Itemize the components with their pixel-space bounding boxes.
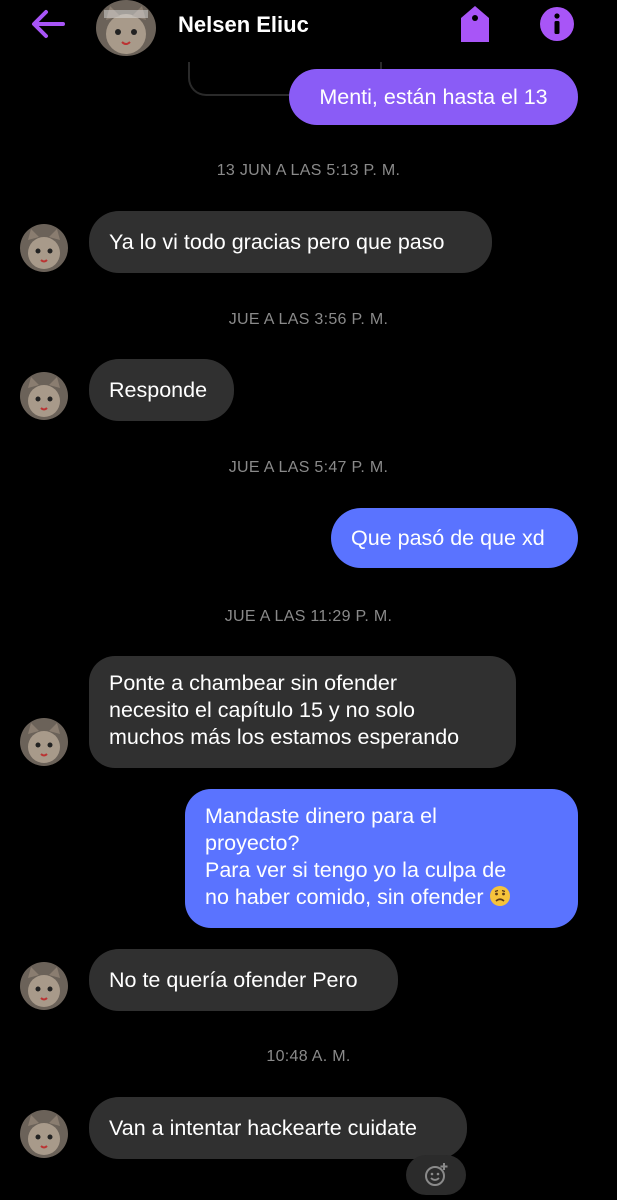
message-text: Ya lo vi todo gracias pero que paso [109,229,445,254]
message-incoming[interactable]: Responde [89,359,234,421]
message-incoming[interactable]: No te quería ofender Pero [89,949,398,1011]
contact-avatar-small[interactable] [20,224,68,272]
message-text: Ponte a chambear sin ofender necesito el… [109,671,460,749]
message-text: Mandaste dinero para el proyecto? Para v… [205,803,511,911]
message-incoming[interactable]: Van a intentar hackearte cuidate [89,1097,467,1159]
message-outgoing[interactable]: Menti, están hasta el 13 [289,69,578,125]
message-text: Van a intentar hackearte cuidate [109,1115,417,1140]
message-incoming[interactable]: Ponte a chambear sin ofender necesito el… [89,656,516,768]
message-text: Que pasó de que xd [351,525,545,550]
contact-name[interactable]: Nelsen Eliuc [178,12,309,38]
back-arrow-icon [32,10,65,38]
tag-icon [461,6,489,42]
timestamp: 13 JUN A LAS 5:13 P. M. [216,162,401,179]
contact-avatar-small[interactable] [20,372,68,420]
timestamp: 10:48 A. M. [266,1048,351,1065]
timestamp: JUE A LAS 11:29 P. M. [224,608,393,625]
info-button[interactable] [539,6,575,42]
message-text: No te quería ofender Pero [109,967,358,992]
info-icon [540,7,574,41]
timestamp: JUE A LAS 3:56 P. M. [228,311,389,328]
contact-avatar-small[interactable] [20,718,68,766]
back-button[interactable] [28,8,68,40]
timestamp: JUE A LAS 5:47 P. M. [228,459,389,476]
tag-button[interactable] [459,4,491,44]
chat-header: Nelsen Eliuc [0,0,617,62]
contact-avatar-small[interactable] [20,1110,68,1158]
message-incoming[interactable]: Ya lo vi todo gracias pero que paso [89,211,492,273]
add-reaction-icon [425,1163,448,1186]
message-outgoing[interactable]: Que pasó de que xd [331,508,578,568]
message-text: Menti, están hasta el 13 [319,84,548,109]
contact-avatar[interactable] [96,0,156,56]
message-outgoing[interactable]: Mandaste dinero para el proyecto? Para v… [185,789,578,928]
message-text: Responde [109,377,208,402]
worried-face-emoji [490,886,511,906]
message-text-body: Mandaste dinero para el proyecto? Para v… [205,804,507,909]
add-reaction-button[interactable] [406,1155,466,1195]
contact-avatar-small[interactable] [20,962,68,1010]
